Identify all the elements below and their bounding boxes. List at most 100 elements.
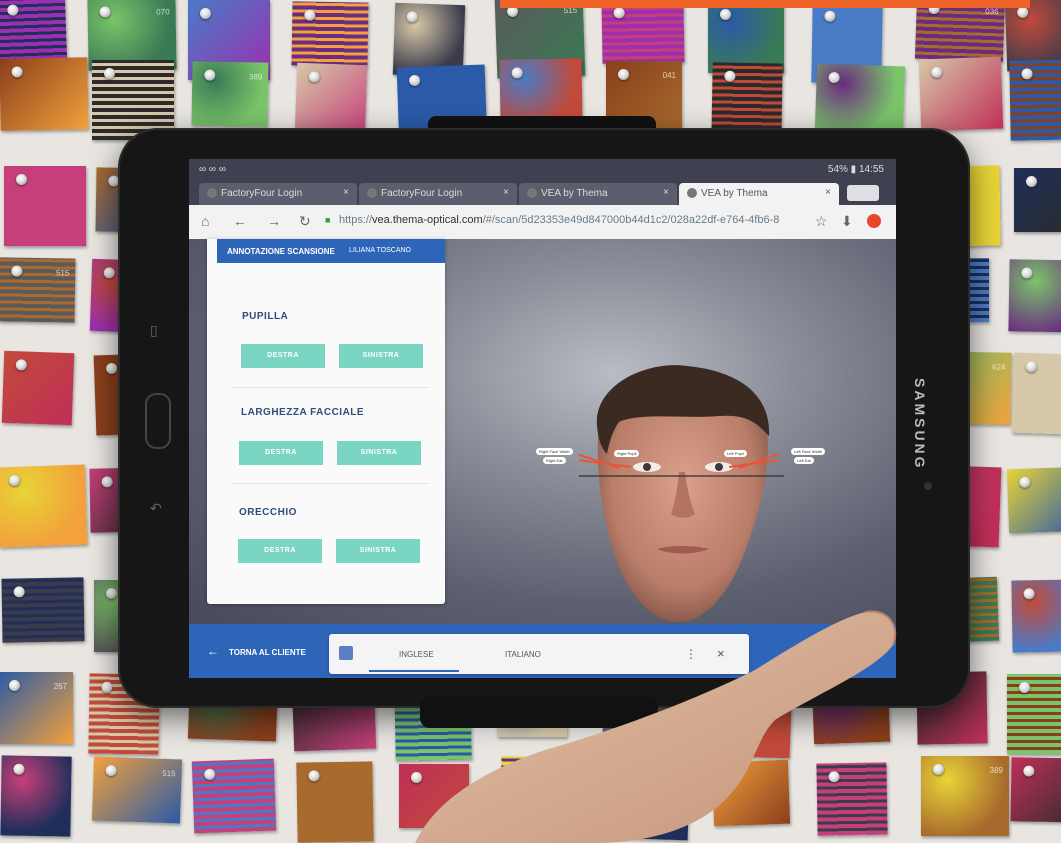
pushpin-icon	[204, 69, 216, 81]
section-title-face-width: LARGHEZZA FACCIALE	[241, 407, 365, 418]
fabric-swatch	[1, 350, 75, 426]
annotation-panel: ANNOTAZIONE SCANSIONE LILIANA TOSCANO PU…	[207, 239, 445, 604]
recent-apps-icon[interactable]: ▯	[150, 322, 158, 339]
battery-clock: 54% ▮ 14:55	[827, 164, 884, 175]
factoryfour-icon	[207, 188, 217, 198]
factoryfour-icon	[367, 188, 377, 198]
camera-icon	[924, 482, 932, 490]
tab-label: FactoryFour Login	[221, 188, 303, 199]
fabric-swatch	[1007, 674, 1061, 754]
fabric-swatch	[191, 758, 277, 834]
pushpin-icon	[8, 474, 21, 487]
pushpin-icon	[824, 10, 836, 22]
pushpin-icon	[7, 4, 19, 16]
tab-label: FactoryFour Login	[381, 188, 463, 199]
fabric-swatch	[1010, 757, 1061, 823]
pushpin-icon	[828, 71, 840, 84]
pushpin-icon	[101, 476, 113, 488]
face-scan-model[interactable]	[579, 364, 784, 624]
back-label: TORNA AL CLIENTE	[229, 648, 306, 657]
pushpin-icon	[1021, 267, 1033, 279]
tab-factoryfour-2[interactable]: FactoryFour Login ×	[359, 183, 517, 205]
translate-icon	[339, 646, 353, 660]
patient-name: LILIANA TOSCANO	[349, 247, 411, 254]
pushpin-icon	[720, 9, 731, 20]
pupil-left-button[interactable]: SINISTRA	[339, 344, 423, 368]
back-to-client-button[interactable]: ← TORNA AL CLIENTE	[207, 644, 306, 658]
pushpin-icon	[99, 6, 111, 18]
back-nav-icon[interactable]: ↶	[150, 500, 162, 517]
fabric-swatch	[1008, 259, 1061, 333]
tab-vea-1[interactable]: VEA by Thema ×	[519, 183, 677, 205]
fabric-swatch	[1, 577, 85, 643]
section-title-ear: ORECCHIO	[239, 507, 297, 518]
fabric-swatch	[814, 63, 906, 131]
url-path: /#/scan/5d23353e49d847000b44d1c2/028a22d…	[482, 214, 780, 226]
pushpin-icon	[1019, 476, 1031, 488]
fabric-swatch: 267	[0, 672, 73, 744]
divider	[233, 387, 429, 388]
fabric-swatch	[1011, 352, 1061, 436]
url-field[interactable]: https://vea.thema-optical.com/#/scan/5d2…	[339, 214, 809, 226]
new-tab-button[interactable]	[847, 185, 879, 201]
home-button[interactable]	[145, 393, 171, 449]
pushpin-icon	[11, 265, 23, 277]
notification-icons: ∞ ∞ ∞	[199, 164, 226, 175]
pushpin-icon	[1023, 765, 1035, 777]
reload-icon[interactable]: ↻	[299, 213, 311, 230]
label-right-pupil: Right Pupil	[614, 450, 640, 457]
download-icon[interactable]: ⬇	[841, 213, 853, 230]
forward-icon[interactable]: →	[267, 213, 281, 229]
facewidth-left-button[interactable]: SINISTRA	[337, 441, 421, 465]
pushpin-icon	[15, 359, 27, 371]
back-icon[interactable]: ←	[233, 213, 247, 229]
close-icon[interactable]: ×	[663, 187, 669, 198]
fabric-swatch	[4, 166, 86, 246]
swatch-number: 624	[991, 362, 1006, 372]
pushpin-icon	[13, 586, 25, 598]
facewidth-right-button[interactable]: DESTRA	[239, 441, 323, 465]
home-icon[interactable]: ⌂	[201, 213, 209, 229]
tab-vea-active[interactable]: VEA by Thema ×	[679, 183, 839, 205]
fabric-swatch: 036	[914, 0, 1006, 62]
panel-title: ANNOTAZIONE SCANSIONE	[227, 247, 335, 256]
ear-left-button[interactable]: SINISTRA	[336, 539, 420, 563]
url-scheme: https://	[339, 214, 373, 226]
pupil-right-button[interactable]: DESTRA	[241, 344, 325, 368]
address-bar: ⌂ ← → ↻ ■ https://vea.thema-optical.com/…	[189, 205, 896, 240]
tab-factoryfour-1[interactable]: FactoryFour Login ×	[199, 183, 357, 205]
pushpin-icon	[105, 362, 118, 375]
panel-header: ANNOTAZIONE SCANSIONE LILIANA TOSCANO	[217, 239, 445, 263]
pushpin-icon	[1023, 588, 1035, 600]
pushpin-icon	[308, 71, 320, 83]
swatch-number: 070	[156, 7, 170, 17]
swatch-number: 267	[53, 682, 67, 691]
pushpin-icon	[200, 8, 211, 19]
bookmark-star-icon[interactable]: ☆	[815, 213, 828, 230]
close-icon[interactable]: ×	[825, 187, 831, 198]
opera-menu-icon[interactable]	[867, 214, 881, 228]
pushpin-icon	[304, 9, 316, 21]
pushpin-icon	[204, 768, 216, 781]
close-icon[interactable]: ×	[503, 187, 509, 198]
ear-right-button[interactable]: DESTRA	[238, 539, 322, 563]
pushpin-icon	[1019, 682, 1030, 693]
fabric-swatch: 036	[1006, 466, 1061, 534]
fabric-swatch: 389	[921, 756, 1009, 836]
close-icon[interactable]: ×	[343, 187, 349, 198]
swatch-number: 036	[985, 6, 999, 17]
swatch-number: 389	[989, 766, 1003, 775]
swatch-number: 041	[662, 71, 676, 80]
vea-icon	[687, 188, 697, 198]
fabric-swatch: 515	[0, 257, 76, 323]
fabric-swatch	[1011, 579, 1061, 653]
fabric-swatch: 389	[191, 61, 269, 127]
pushpin-icon	[406, 11, 418, 23]
pushpin-icon	[1017, 6, 1029, 19]
fabric-swatch	[601, 0, 685, 64]
pushpin-icon	[9, 680, 20, 691]
orange-header-bar	[500, 0, 1030, 8]
browser-tab-strip: FactoryFour Login × FactoryFour Login × …	[189, 181, 896, 205]
pushpin-icon	[1021, 68, 1033, 80]
fabric-swatch	[0, 755, 72, 837]
